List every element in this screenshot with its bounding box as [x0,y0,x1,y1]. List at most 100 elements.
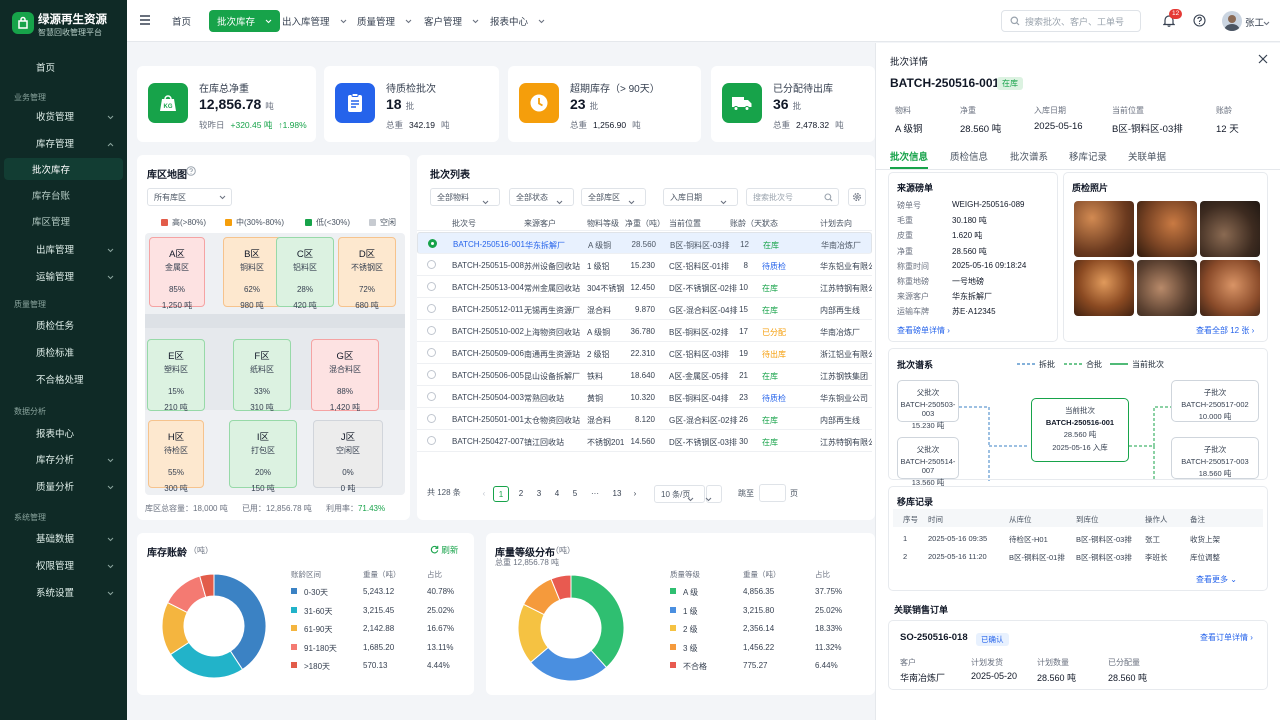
photos-view-all-link[interactable]: 查看全部 12 张 › [1196,325,1254,336]
qc-photo[interactable] [1074,260,1134,316]
zone-box[interactable]: C区 铝料区 28% 420 吨 [276,237,334,310]
top-tab[interactable]: 质量管理 [349,10,420,32]
detail-tab[interactable]: 质检信息 [950,149,988,163]
batch-filter-select[interactable]: 全部库区 [581,188,646,206]
sidebar-item[interactable]: 出库管理 [4,238,123,260]
sidebar-item[interactable]: 权限管理 [4,554,123,576]
qc-photo[interactable] [1200,260,1260,316]
next-page-icon[interactable]: › [627,486,643,502]
row-radio[interactable] [427,414,436,423]
sidebar-item[interactable]: 收货管理 [4,105,123,127]
batch-search-input[interactable]: 搜索批次号 [746,188,839,206]
prev-page-icon[interactable]: ‹ [476,486,492,502]
sidebar-item[interactable]: 库存台账 [4,184,123,206]
qc-photo[interactable] [1074,201,1134,257]
sidebar-item[interactable]: 基础数据 [4,527,123,549]
top-tab[interactable]: 报表中心 [482,10,553,32]
kpi-card[interactable]: 超期库存（> 90天） 23 批总重 1,256.90 吨 [508,66,701,142]
sidebar-item[interactable]: 报表中心 [4,422,123,444]
menu-toggle-icon[interactable] [139,14,151,28]
table-row[interactable]: BATCH-250506-005 昆山设备拆解厂 铁料 18.640 A区-金属区-05… [417,364,872,386]
moves-more-link[interactable]: 查看更多 ⌄ [1196,574,1237,585]
zone-box[interactable]: F区 纸料区 33% 310 吨 [233,339,291,412]
detail-tab[interactable]: 关联单据 [1128,149,1166,163]
sidebar-item[interactable]: 库存管理 [4,132,123,154]
table-row[interactable]: BATCH-250509-006 南通再生资源站 2 级铝 22.310 C区-铝料区-… [417,342,872,364]
table-row[interactable]: BATCH-250512-011 无锡再生资源厂 混合料 9.870 G区-混合料区-0… [417,298,872,320]
row-radio[interactable] [427,392,436,401]
top-tab[interactable]: 首页 [164,10,199,32]
column-header[interactable]: 批次号 [452,218,476,229]
help-icon[interactable] [1193,14,1206,29]
sidebar-item[interactable]: 系统设置 [4,581,123,603]
row-radio[interactable] [427,282,436,291]
qc-photo[interactable] [1200,201,1260,257]
table-row[interactable]: BATCH-250501-001 太仓物资回收站 混合料 8.120 G区-混合料区-0… [417,408,872,430]
column-header[interactable]: 净重（吨） [625,218,665,229]
table-row[interactable]: BATCH-250516-001 华东拆解厂 A 级铜 28.560 B区-铜料区-03… [417,232,872,254]
zone-box[interactable]: B区 铜料区 62% 980 吨 [223,237,281,310]
zone-box[interactable]: E区 塑料区 15% 210 吨 [147,339,205,412]
detail-tab[interactable]: 移库记录 [1069,149,1107,163]
column-settings-icon[interactable] [848,188,866,206]
user-name[interactable]: 张工 [1245,15,1264,29]
kpi-card[interactable]: KG 在库总净重 12,856.78 吨较昨日 +320.45 吨 ↑1.98% [137,66,316,142]
detail-tab[interactable]: 批次谱系 [1010,149,1048,163]
page-button[interactable]: 3 [531,486,547,502]
batch-filter-select[interactable]: 全部状态 [509,188,574,206]
sidebar-item[interactable]: 库区管理 [4,210,123,232]
close-icon[interactable] [1258,54,1268,66]
top-tab[interactable]: 批次库存 [209,10,281,32]
column-header[interactable]: 物料等级 [587,218,619,229]
sidebar-item[interactable]: 运输管理 [4,265,123,287]
page-size-toggle[interactable] [705,485,722,503]
sidebar-item[interactable]: 质检任务 [4,314,123,336]
row-radio[interactable] [428,239,437,248]
column-header[interactable]: 当前位置 [669,218,701,229]
page-button[interactable]: 4 [549,486,565,502]
page-button[interactable]: 2 [513,486,529,502]
sidebar-item[interactable]: 首页 [4,56,123,78]
goto-input[interactable] [759,484,786,502]
table-row[interactable]: BATCH-250510-002 上海物资回收站 A 级铜 36.780 B区-铜料区-… [417,320,872,342]
zone-box[interactable]: H区 待检区 55% 300 吨 [148,420,204,493]
page-size-select[interactable]: 10 条/页 [654,485,705,503]
qc-photo[interactable] [1137,201,1197,257]
lineage-node[interactable]: 父批次 BATCH-250503-003 15.230 吨 [897,380,959,430]
detail-tab[interactable]: 批次信息 [890,149,928,163]
row-radio[interactable] [427,260,436,269]
table-row[interactable]: BATCH-250427-007 镇江回收站 不锈钢201 14.560 D区-不锈钢区… [417,430,872,452]
page-button[interactable]: ··· [587,486,603,502]
sidebar-item[interactable]: 质量分析 [4,475,123,497]
row-radio[interactable] [427,436,436,445]
top-tab[interactable]: 出入库管理 [274,10,355,32]
zone-box[interactable]: J区 空闲区 0% 0 吨 [313,420,383,493]
row-radio[interactable] [427,370,436,379]
page-button[interactable]: 13 [609,486,625,502]
table-row[interactable]: BATCH-250504-003 常熟回收站 黄铜 10.320 B区-铜料区-04排 2… [417,386,872,408]
current-batch-node[interactable]: 当前批次 BATCH-250516-001 28.560 吨 2025-05-16 入… [1031,398,1129,462]
sidebar-item[interactable]: 批次库存 [4,158,123,180]
column-header[interactable]: 计划去向 [820,218,852,229]
row-radio[interactable] [427,348,436,357]
table-row[interactable]: BATCH-250513-004 常州金属回收站 304不锈钢 12.450 D区-不锈… [417,276,872,298]
kpi-card[interactable]: 待质检批次 18 批总重 342.19 吨 [324,66,499,142]
zone-filter-select[interactable]: 所有库区 [147,188,232,206]
zone-box[interactable]: I区 打包区 20% 150 吨 [229,420,297,493]
order-detail-link[interactable]: 查看订单详情 › [1200,632,1253,643]
donut-slice[interactable] [570,574,625,669]
order-no[interactable]: SO-250516-018 [900,632,968,643]
info-icon[interactable] [186,166,196,178]
global-search-input[interactable]: 搜索批次、客户、工单号 [1001,10,1141,32]
page-button[interactable]: 1 [493,486,509,502]
sidebar-item[interactable]: 库存分析 [4,448,123,470]
zone-box[interactable]: A区 金属区 85% 1,250 吨 [149,237,205,310]
table-row[interactable]: BATCH-250515-008 苏州设备回收站 1 级铝 15.230 C区-铝料区-… [417,254,872,276]
chevron-down-icon[interactable] [1263,18,1270,28]
row-radio[interactable] [427,304,436,313]
zone-box[interactable]: G区 混合料区 88% 1,420 吨 [311,339,379,412]
weigh-detail-link[interactable]: 查看磅单详情 › [897,325,950,336]
row-radio[interactable] [427,326,436,335]
lineage-node[interactable]: 父批次 BATCH-250514-007 13.560 吨 [897,437,959,487]
column-header[interactable]: 来源客户 [524,218,556,229]
